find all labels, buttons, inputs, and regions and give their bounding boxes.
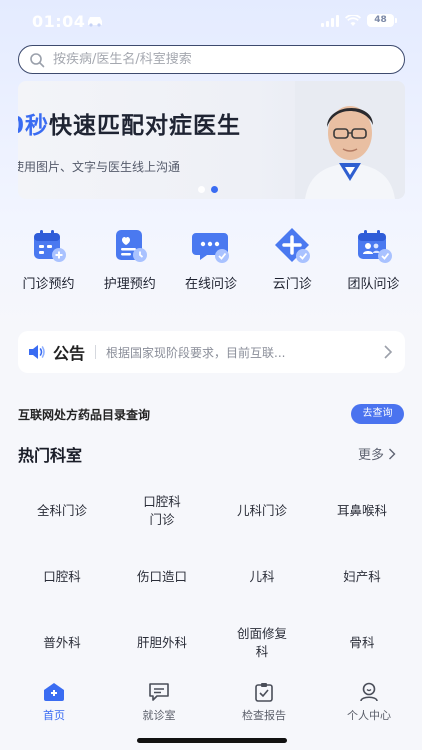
car-icon bbox=[88, 17, 102, 27]
section-title: 热门科室 bbox=[18, 446, 83, 465]
tab-label: 检查报告 bbox=[242, 709, 286, 722]
message-icon bbox=[149, 683, 169, 701]
service-label: 护理预约 bbox=[103, 277, 156, 292]
service-nursing-booking[interactable]: 护理预约 bbox=[89, 225, 170, 292]
divider bbox=[95, 345, 97, 359]
service-shortcuts: 门诊预约 护理预约 在线问诊 云门诊 团队问诊 bbox=[8, 225, 414, 292]
pagination-dot-active[interactable] bbox=[211, 186, 218, 193]
chevron-right-icon bbox=[384, 345, 393, 359]
service-team-consultation[interactable]: 团队问诊 bbox=[333, 225, 414, 292]
chevron-right-icon bbox=[389, 448, 396, 459]
department-item[interactable]: 妇产科 bbox=[312, 544, 412, 610]
speaker-icon bbox=[29, 345, 45, 359]
promo-banner[interactable]: 0秒快速匹配对症医生 使用图片、文字与医生线上沟通 bbox=[18, 81, 405, 199]
wifi-icon bbox=[345, 14, 361, 26]
status-bar: 01:04 48 bbox=[0, 0, 422, 44]
service-label: 门诊预约 bbox=[22, 277, 75, 292]
more-label: 更多 bbox=[358, 448, 385, 463]
tab-label: 首页 bbox=[43, 709, 65, 722]
announcement-text: 根据国家现阶段要求，目前互联... bbox=[106, 345, 286, 360]
doctor-photo bbox=[295, 81, 405, 199]
department-item[interactable]: 儿科门诊 bbox=[212, 478, 312, 544]
service-cloud-clinic[interactable]: 云门诊 bbox=[252, 225, 333, 292]
service-label: 在线问诊 bbox=[184, 277, 237, 292]
user-icon bbox=[360, 682, 378, 702]
service-label: 团队问诊 bbox=[347, 277, 400, 292]
more-link[interactable]: 更多 bbox=[358, 444, 396, 463]
tab-label: 就诊室 bbox=[142, 709, 176, 722]
search-input[interactable] bbox=[53, 52, 373, 67]
department-grid: 全科门诊 口腔科门诊 儿科门诊 耳鼻喉科 口腔科 伤口造口 儿科 妇产科 普外科… bbox=[12, 478, 412, 676]
department-item[interactable]: 普外科 bbox=[12, 610, 112, 676]
department-item[interactable]: 全科门诊 bbox=[12, 478, 112, 544]
service-outpatient-booking[interactable]: 门诊预约 bbox=[8, 225, 89, 292]
service-online-consultation[interactable]: 在线问诊 bbox=[171, 225, 252, 292]
department-item[interactable]: 伤口造口 bbox=[112, 544, 212, 610]
tab-reports[interactable]: 检查报告 bbox=[224, 682, 304, 723]
department-item[interactable]: 骨科 bbox=[312, 610, 412, 676]
announcement-title: 公告 bbox=[53, 344, 86, 363]
battery-icon: 48 bbox=[367, 14, 397, 27]
banner-title: 0秒快速匹配对症医生 bbox=[18, 106, 241, 140]
status-time: 01:04 bbox=[32, 12, 86, 31]
drug-catalog-label: 互联网处方药品目录查询 bbox=[18, 408, 151, 422]
banner-subtitle: 使用图片、文字与医生线上沟通 bbox=[18, 160, 181, 174]
tab-home[interactable]: 首页 bbox=[14, 682, 94, 723]
banner-title-main: 快速匹配对症医生 bbox=[49, 113, 242, 139]
department-item[interactable]: 儿科 bbox=[212, 544, 312, 610]
status-indicators: 48 bbox=[321, 14, 397, 27]
team-calendar-icon bbox=[357, 230, 392, 263]
department-item[interactable]: 创面修复科 bbox=[212, 610, 312, 676]
service-label: 云门诊 bbox=[272, 277, 312, 292]
home-icon bbox=[44, 683, 64, 701]
department-item[interactable]: 口腔科门诊 bbox=[112, 478, 212, 544]
medical-cross-icon bbox=[275, 228, 311, 263]
search-icon bbox=[30, 52, 45, 67]
announcement-bar[interactable]: 公告 根据国家现阶段要求，目前互联... bbox=[18, 331, 405, 373]
chat-bubble-icon bbox=[192, 233, 229, 263]
search-bar[interactable] bbox=[18, 45, 405, 74]
signal-icon bbox=[321, 14, 339, 27]
tab-consultation-room[interactable]: 就诊室 bbox=[119, 682, 199, 723]
nursing-card-icon bbox=[115, 230, 147, 262]
catalog-query-button[interactable]: 去查询 bbox=[351, 404, 404, 424]
tab-label: 个人中心 bbox=[347, 709, 391, 722]
home-indicator[interactable] bbox=[137, 738, 287, 743]
banner-pagination[interactable] bbox=[198, 186, 218, 193]
clipboard-check-icon bbox=[255, 683, 273, 702]
department-item[interactable]: 耳鼻喉科 bbox=[312, 478, 412, 544]
department-item[interactable]: 肝胆外科 bbox=[112, 610, 212, 676]
calendar-plus-icon bbox=[33, 230, 66, 262]
department-item[interactable]: 口腔科 bbox=[12, 544, 112, 610]
tab-profile[interactable]: 个人中心 bbox=[329, 682, 409, 723]
pagination-dot[interactable] bbox=[198, 186, 205, 193]
banner-title-accent: 0秒 bbox=[18, 113, 50, 139]
